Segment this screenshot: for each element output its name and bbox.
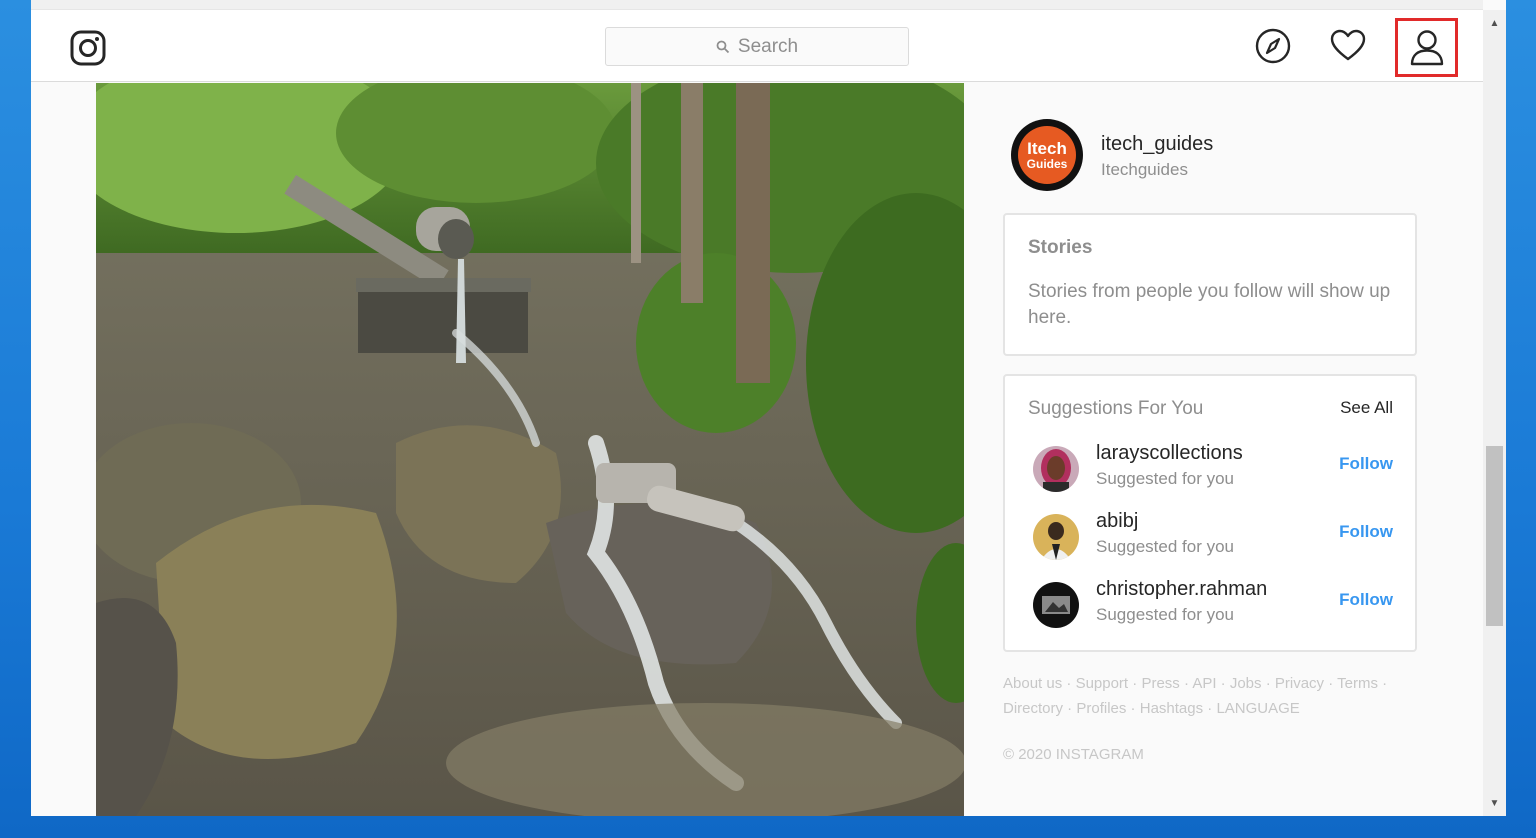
profile-full-name: Itechguides bbox=[1101, 160, 1188, 179]
compass-icon[interactable] bbox=[1254, 27, 1292, 65]
footer-link-directory[interactable]: Directory bbox=[1003, 700, 1063, 717]
follow-button[interactable]: Follow bbox=[1339, 522, 1393, 542]
stories-card: Stories Stories from people you follow w… bbox=[1003, 213, 1417, 356]
scroll-down-arrow-icon[interactable]: ▼ bbox=[1483, 794, 1506, 812]
avatar[interactable] bbox=[1033, 582, 1079, 628]
profile-username[interactable]: itech_guides bbox=[1101, 133, 1213, 156]
suggestion-subtitle: Suggested for you bbox=[1096, 469, 1234, 488]
suggestions-card: Suggestions For You See All larayscollec… bbox=[1003, 374, 1417, 652]
stories-empty-text: Stories from people you follow will show… bbox=[1028, 281, 1391, 328]
footer-link-support[interactable]: Support bbox=[1076, 675, 1129, 692]
footer-link-privacy[interactable]: Privacy bbox=[1275, 675, 1324, 692]
browser-window: Search Itech Guides itech_guides Itechgu… bbox=[31, 0, 1506, 816]
suggestion-username[interactable]: abibj bbox=[1096, 510, 1138, 533]
feed-post-photo[interactable] bbox=[96, 83, 964, 816]
search-placeholder: Search bbox=[737, 35, 799, 57]
see-all-link[interactable]: See All bbox=[1340, 398, 1393, 418]
user-icon bbox=[1410, 29, 1443, 65]
follow-button[interactable]: Follow bbox=[1339, 454, 1393, 474]
page-scrollbar[interactable]: ▲ ▼ bbox=[1483, 10, 1506, 816]
suggestion-subtitle: Suggested for you bbox=[1096, 605, 1234, 624]
right-sidebar: Itech Guides itech_guides Itechguides St… bbox=[1003, 83, 1423, 816]
suggestion-row: larayscollections Suggested for you Foll… bbox=[1005, 442, 1415, 498]
suggestion-row: abibj Suggested for you Follow bbox=[1005, 510, 1415, 566]
footer-link-jobs[interactable]: Jobs bbox=[1230, 675, 1262, 692]
suggestion-subtitle: Suggested for you bbox=[1096, 537, 1234, 556]
itechguides-logo: Itech Guides bbox=[1018, 126, 1076, 184]
search-input[interactable]: Search bbox=[605, 27, 909, 66]
suggestion-row: christopher.rahman Suggested for you Fol… bbox=[1005, 578, 1415, 634]
footer-link-terms[interactable]: Terms bbox=[1337, 675, 1378, 692]
top-navbar: Search bbox=[31, 10, 1483, 82]
footer-link-language[interactable]: LANGUAGE bbox=[1216, 700, 1299, 717]
suggestion-username[interactable]: christopher.rahman bbox=[1096, 578, 1267, 601]
footer-link-hashtags[interactable]: Hashtags bbox=[1140, 700, 1203, 717]
copyright-text: © 2020 INSTAGRAM bbox=[1003, 746, 1144, 763]
avatar[interactable] bbox=[1033, 514, 1079, 560]
instagram-icon[interactable] bbox=[70, 30, 106, 66]
profile-avatar[interactable]: Itech Guides bbox=[1011, 119, 1083, 191]
footer-link-api[interactable]: API bbox=[1192, 675, 1216, 692]
suggestion-username[interactable]: larayscollections bbox=[1096, 442, 1243, 465]
window-top-strip bbox=[31, 0, 1483, 10]
waterfall-photo bbox=[96, 83, 964, 816]
suggestions-title: Suggestions For You bbox=[1028, 398, 1204, 419]
follow-button[interactable]: Follow bbox=[1339, 590, 1393, 610]
avatar[interactable] bbox=[1033, 446, 1079, 492]
footer-link-profiles[interactable]: Profiles bbox=[1076, 700, 1126, 717]
profile-button[interactable] bbox=[1395, 18, 1458, 77]
heart-icon[interactable] bbox=[1329, 27, 1367, 65]
footer-link-about[interactable]: About us bbox=[1003, 675, 1062, 692]
scrollbar-thumb[interactable] bbox=[1486, 446, 1503, 626]
scroll-up-arrow-icon[interactable]: ▲ bbox=[1483, 14, 1506, 32]
footer-links: About us · Support · Press · API · Jobs … bbox=[1003, 675, 1388, 717]
search-icon bbox=[716, 40, 730, 53]
stories-title: Stories bbox=[1028, 237, 1093, 258]
footer-link-press[interactable]: Press bbox=[1141, 675, 1179, 692]
